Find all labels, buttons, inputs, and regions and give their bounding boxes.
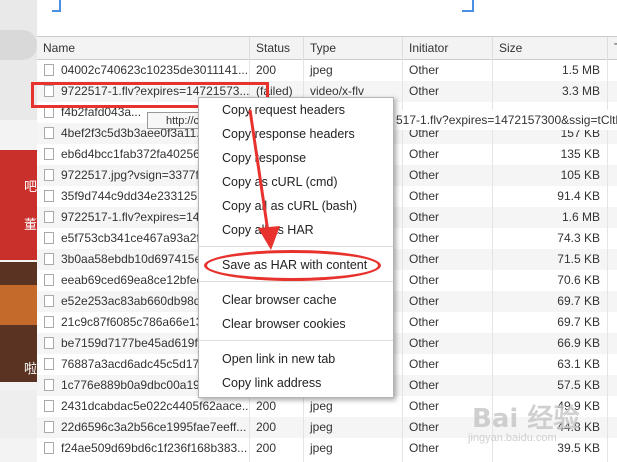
- watermark-logo: Bai 经验: [472, 404, 580, 434]
- request-type: jpeg: [310, 63, 333, 77]
- request-size: 1.6 MB: [561, 210, 600, 224]
- request-status: 200: [256, 399, 277, 413]
- request-size: 105 KB: [560, 168, 600, 182]
- request-size: 1.5 MB: [561, 63, 600, 77]
- request-size: 74.3 KB: [557, 231, 600, 245]
- request-initiator: Other: [409, 231, 440, 245]
- background-page-strip: 吧 董 啦: [0, 0, 37, 462]
- page-thumb-text-1: 吧: [23, 179, 37, 194]
- request-name[interactable]: 04002c740623c10235de3011141...: [37, 60, 250, 81]
- request-initiator: Other: [409, 378, 440, 392]
- context-menu: Copy request headers Copy response heade…: [198, 97, 394, 398]
- request-name[interactable]: 22d6596c3a2b56ce1995fae7eeff...: [37, 417, 250, 438]
- timeline-overview[interactable]: [37, 0, 617, 37]
- column-header-initiator[interactable]: Initiator: [403, 37, 493, 59]
- menu-copy-as-curl-cmd[interactable]: Copy as cURL (cmd): [199, 170, 393, 194]
- request-type: jpeg: [310, 420, 333, 434]
- request-size: 69.7 KB: [557, 294, 600, 308]
- request-size: 57.5 KB: [557, 378, 600, 392]
- request-initiator: Other: [409, 273, 440, 287]
- request-name[interactable]: 2431dcabdac5e022c4405f62aace...: [37, 396, 250, 417]
- request-size: 135 KB: [560, 147, 600, 161]
- request-size: 3.3 MB: [561, 84, 600, 98]
- request-initiator: Other: [409, 84, 440, 98]
- request-status: 200: [256, 441, 277, 455]
- request-size: 66.9 KB: [557, 336, 600, 350]
- menu-open-link-in-new-tab[interactable]: Open link in new tab: [199, 347, 393, 371]
- request-type: jpeg: [310, 399, 333, 413]
- request-size: 91.4 KB: [557, 189, 600, 203]
- request-initiator: Other: [409, 63, 440, 77]
- table-header: Name Status Type Initiator Size T: [37, 37, 617, 60]
- request-initiator: Other: [409, 294, 440, 308]
- request-initiator: Other: [409, 315, 440, 329]
- column-header-name[interactable]: Name: [37, 37, 250, 59]
- request-initiator: Other: [409, 252, 440, 266]
- request-initiator: Other: [409, 168, 440, 182]
- menu-copy-response[interactable]: Copy response: [199, 146, 393, 170]
- request-size: 71.5 KB: [557, 252, 600, 266]
- request-type: jpeg: [310, 441, 333, 455]
- request-size: 63.1 KB: [557, 357, 600, 371]
- column-header-size[interactable]: Size: [493, 37, 608, 59]
- request-size: 69.7 KB: [557, 315, 600, 329]
- menu-separator: [199, 246, 393, 247]
- request-initiator: Other: [409, 189, 440, 203]
- page-thumb-text-3: 啦: [23, 361, 37, 376]
- page-thumb-text-2: 董: [23, 217, 37, 232]
- save-har-highlight-annotation: [204, 250, 381, 281]
- menu-separator: [199, 340, 393, 341]
- request-initiator: Other: [409, 147, 440, 161]
- menu-copy-response-headers[interactable]: Copy response headers: [199, 122, 393, 146]
- request-initiator: Other: [409, 210, 440, 224]
- menu-copy-all-as-curl-bash[interactable]: Copy all as cURL (bash): [199, 194, 393, 218]
- menu-copy-all-as-har[interactable]: Copy all as HAR: [199, 218, 393, 242]
- url-tooltip-continued: 517-1.flv?expires=1472157300&ssig=tClth: [394, 110, 617, 130]
- request-initiator: Other: [409, 336, 440, 350]
- menu-copy-request-headers[interactable]: Copy request headers: [199, 98, 393, 122]
- menu-clear-browser-cookies[interactable]: Clear browser cookies: [199, 312, 393, 336]
- column-header-time[interactable]: T: [608, 37, 617, 59]
- column-header-type[interactable]: Type: [304, 37, 403, 59]
- table-row[interactable]: 04002c740623c10235de3011141... 200 jpeg Oth…: [37, 60, 617, 81]
- menu-clear-browser-cache[interactable]: Clear browser cache: [199, 288, 393, 312]
- request-status: 200: [256, 63, 277, 77]
- request-name[interactable]: f24ae509d69bd6c1f236f168b383...: [37, 438, 250, 459]
- menu-copy-link-address[interactable]: Copy link address: [199, 371, 393, 395]
- request-status: 200: [256, 420, 277, 434]
- watermark-url: jingyan.baidu.com: [468, 432, 557, 444]
- column-header-status[interactable]: Status: [250, 37, 304, 59]
- menu-separator: [199, 281, 393, 282]
- request-size: 70.6 KB: [557, 273, 600, 287]
- request-initiator: Other: [409, 357, 440, 371]
